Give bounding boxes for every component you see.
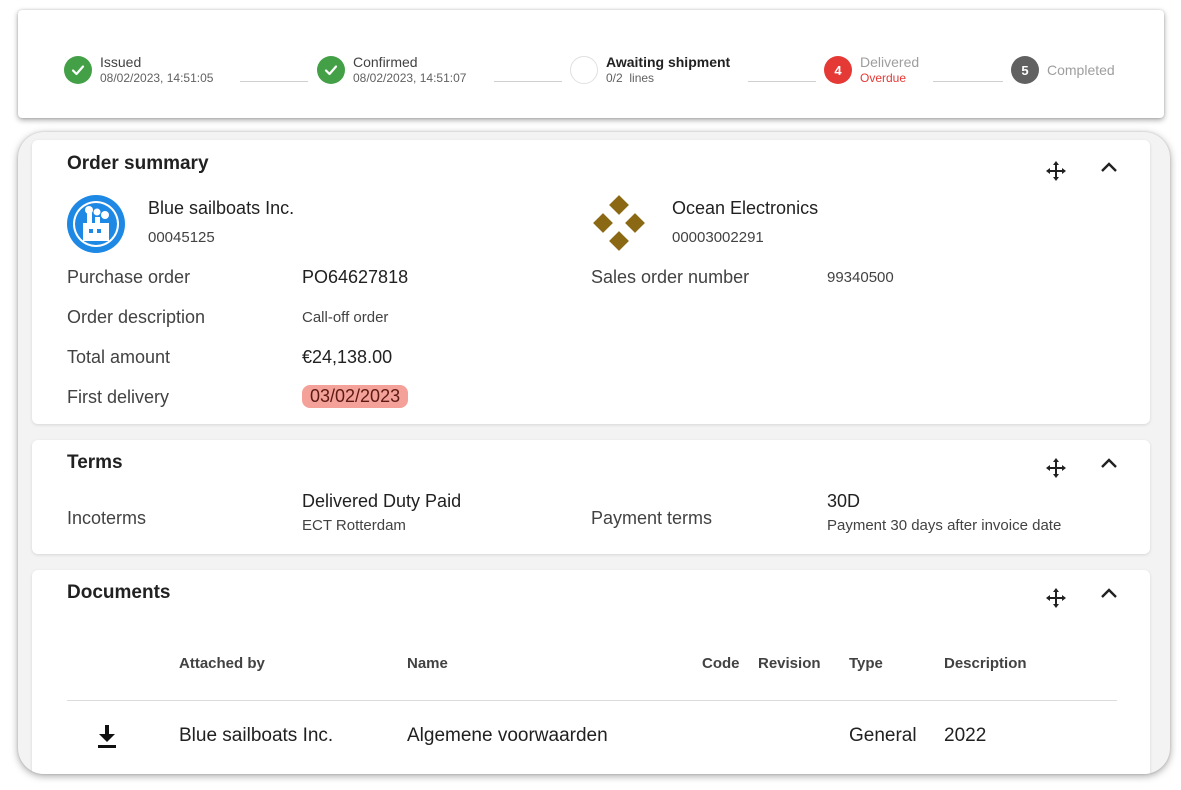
section-title: Documents: [67, 582, 171, 603]
lines-unit: lines: [629, 71, 655, 85]
step-title: Issued: [100, 54, 142, 70]
cell-description: 2022: [944, 725, 987, 746]
step-delivered: 4 Delivered Overdue: [824, 54, 919, 86]
order-description-label: Order description: [67, 307, 206, 327]
order-description-value: Call-off order: [302, 309, 389, 326]
step-connector: [240, 81, 308, 82]
step-timestamp: 08/02/2023, 14:51:07: [353, 71, 467, 85]
order-summary-section: Order summary Blue sailboats Inc. 000451…: [32, 140, 1150, 424]
seller-name: Ocean Electronics: [672, 198, 819, 218]
step-title: Completed: [1047, 62, 1115, 78]
move-icon[interactable]: [1045, 587, 1067, 609]
cell-type: General: [849, 725, 917, 746]
chevron-up-icon[interactable]: [1099, 160, 1119, 174]
first-delivery-label: First delivery: [67, 387, 170, 407]
seller-id: 00003002291: [672, 229, 764, 246]
download-icon[interactable]: [96, 724, 118, 748]
purchase-order-value: PO64627818: [302, 267, 409, 287]
cell-attached-by: Blue sailboats Inc.: [179, 725, 334, 746]
move-icon[interactable]: [1045, 160, 1067, 182]
documents-section: Documents Attached by Name Code Revision…: [32, 570, 1150, 774]
first-delivery-date-badge: 03/02/2023: [302, 385, 409, 408]
terms-section: Terms Incoterms Delivered Duty Paid ECT …: [32, 440, 1150, 554]
chevron-up-icon[interactable]: [1099, 456, 1119, 470]
factory-logo-icon: [67, 195, 125, 253]
column-header-description[interactable]: Description: [944, 655, 1027, 672]
sales-order-label: Sales order number: [591, 267, 750, 287]
step-number-badge: 4: [824, 56, 852, 84]
step-completed: 5 Completed: [1011, 54, 1115, 86]
buyer-name: Blue sailboats Inc.: [148, 198, 295, 218]
overdue-label: Overdue: [860, 71, 907, 85]
table-header-divider: [67, 700, 1117, 701]
section-title: Order summary: [67, 153, 209, 174]
check-icon: [64, 56, 92, 84]
chevron-up-icon[interactable]: [1099, 586, 1119, 600]
step-title: Confirmed: [353, 54, 418, 70]
step-confirmed: Confirmed 08/02/2023, 14:51:07: [317, 54, 466, 86]
pending-circle-icon: [570, 56, 598, 84]
step-timestamp: 08/02/2023, 14:51:05: [100, 71, 214, 85]
step-connector: [494, 81, 562, 82]
lines-count: 0/2: [606, 71, 623, 85]
column-header-code[interactable]: Code: [702, 655, 740, 672]
move-icon[interactable]: [1045, 457, 1067, 479]
payment-terms-description: Payment 30 days after invoice date: [827, 517, 1062, 534]
column-header-type[interactable]: Type: [849, 655, 883, 672]
payment-terms-value: 30D: [827, 491, 861, 511]
step-connector: [748, 81, 816, 82]
order-status-stepper: Issued 08/02/2023, 14:51:05 Confirmed 08…: [18, 10, 1164, 118]
cell-name[interactable]: Algemene voorwaarden: [407, 725, 608, 747]
step-awaiting-shipment: Awaiting shipment 0/2 lines: [570, 54, 730, 86]
column-header-revision[interactable]: Revision: [758, 655, 821, 672]
payment-terms-label: Payment terms: [591, 508, 713, 528]
incoterms-label: Incoterms: [67, 508, 147, 528]
diamond-logo-icon: [593, 195, 645, 251]
step-connector: [933, 81, 1003, 82]
column-header-name[interactable]: Name: [407, 655, 448, 672]
order-detail-panel: Order summary Blue sailboats Inc. 000451…: [18, 132, 1170, 774]
step-title: Delivered: [860, 54, 920, 70]
total-amount-label: Total amount: [67, 347, 171, 367]
section-title: Terms: [67, 452, 123, 473]
incoterms-value: Delivered Duty Paid: [302, 491, 462, 511]
column-header-attached-by[interactable]: Attached by: [179, 655, 265, 672]
purchase-order-label: Purchase order: [67, 267, 191, 287]
step-issued: Issued 08/02/2023, 14:51:05: [64, 54, 213, 86]
buyer-id: 00045125: [148, 229, 215, 246]
total-amount-value: €24,138.00: [302, 347, 393, 367]
step-title: Awaiting shipment: [606, 54, 731, 70]
incoterms-location: ECT Rotterdam: [302, 517, 406, 534]
check-icon: [317, 56, 345, 84]
step-number-badge: 5: [1011, 56, 1039, 84]
sales-order-value: 99340500: [827, 269, 894, 286]
